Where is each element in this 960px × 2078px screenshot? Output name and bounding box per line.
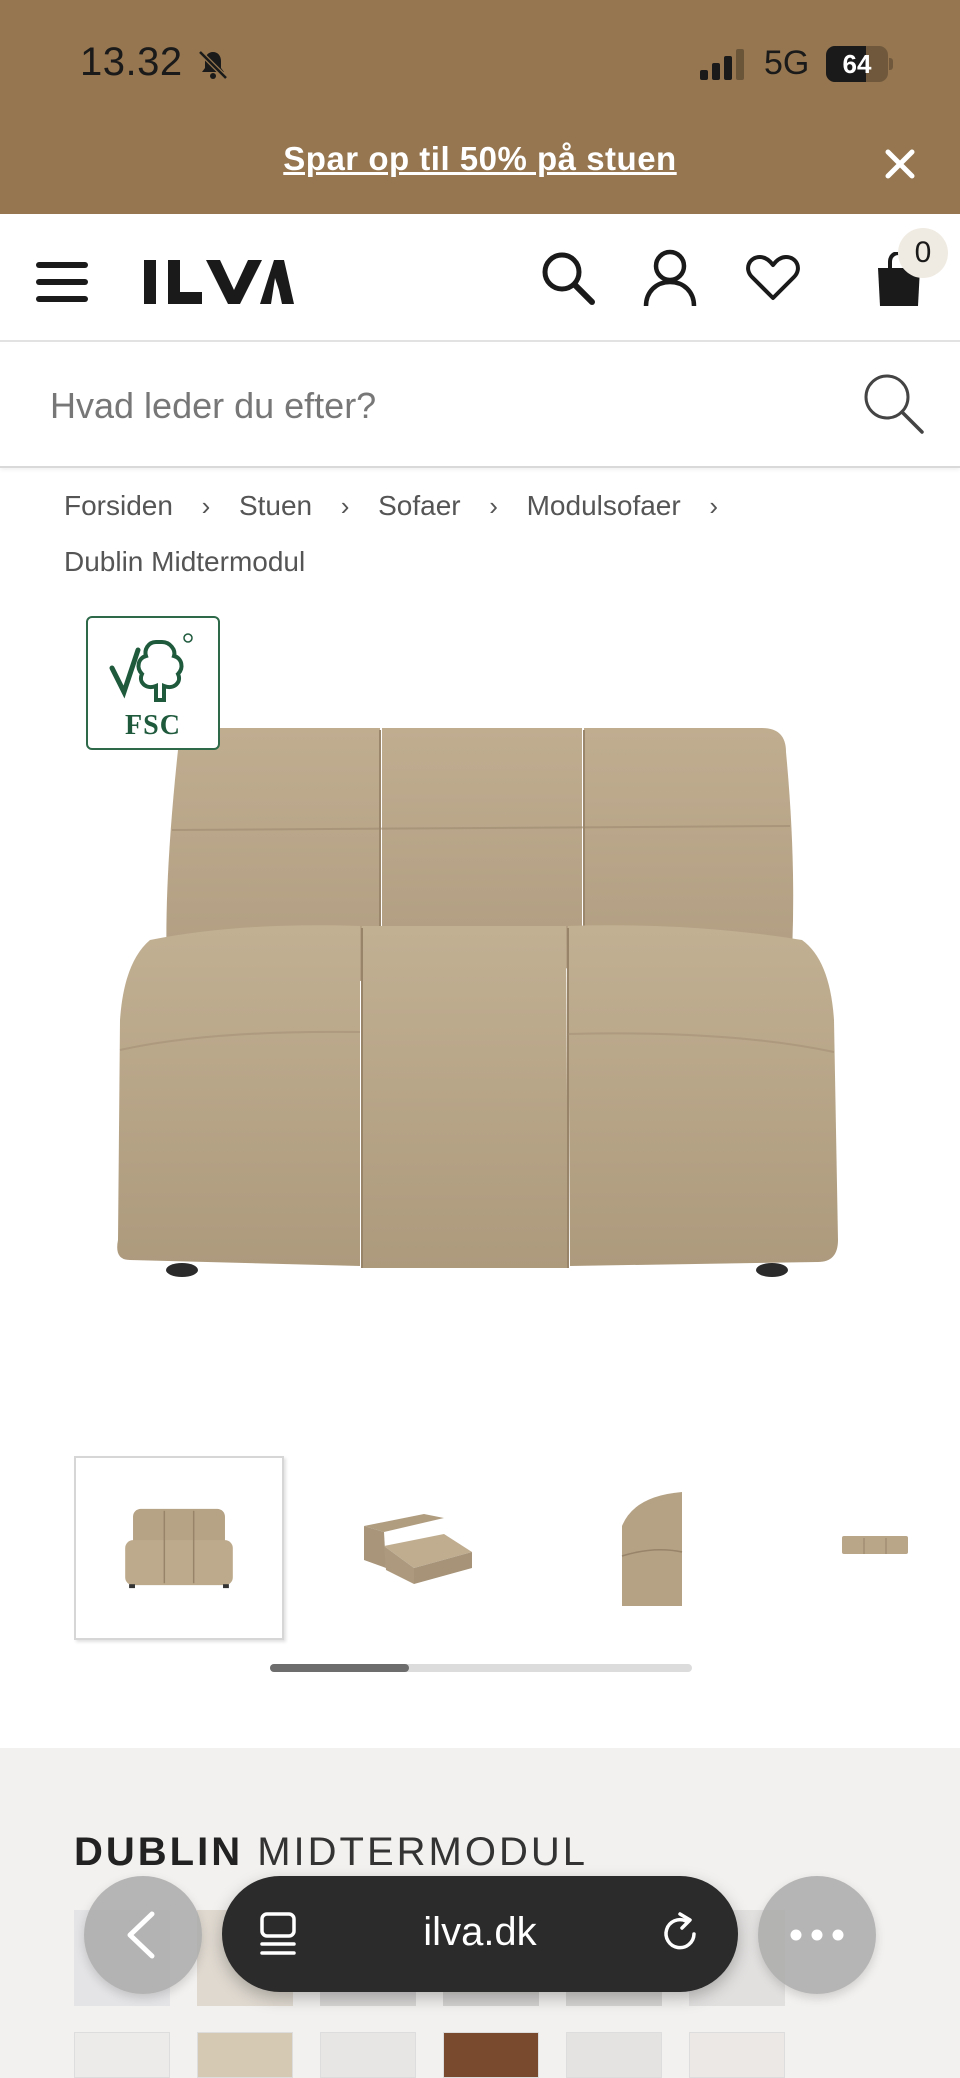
fsc-badge: FSC bbox=[86, 616, 220, 750]
thumbnail-image bbox=[125, 1508, 233, 1589]
chevron-left-icon bbox=[127, 1911, 155, 1959]
thumbnail-image bbox=[842, 1536, 908, 1554]
thumbnail-angle[interactable] bbox=[304, 1456, 514, 1640]
product-title: DUBLIN MIDTERMODUL bbox=[74, 1830, 588, 1875]
breadcrumb-link[interactable]: Forsiden bbox=[64, 478, 173, 534]
signal-icon bbox=[700, 49, 744, 80]
search-input[interactable] bbox=[0, 344, 840, 468]
color-swatch[interactable] bbox=[443, 2032, 539, 2078]
thumbnail-image bbox=[364, 1514, 472, 1584]
chevron-right-icon: › bbox=[201, 491, 211, 521]
breadcrumb: Forsiden › Stuen › Sofaer › Modulsofaer › Dubli… bbox=[64, 478, 904, 590]
bell-muted-icon bbox=[198, 50, 228, 80]
color-swatch[interactable] bbox=[74, 2032, 170, 2078]
account-icon[interactable] bbox=[642, 248, 698, 308]
search-bar bbox=[0, 344, 960, 468]
color-swatch[interactable] bbox=[689, 2032, 785, 2078]
thumbnail-scrollbar[interactable] bbox=[270, 1664, 692, 1672]
thumbnail-image bbox=[621, 1492, 683, 1606]
color-swatch[interactable] bbox=[566, 2032, 662, 2078]
color-swatch[interactable] bbox=[320, 2032, 416, 2078]
thumbnail-set[interactable] bbox=[764, 1456, 960, 1640]
breadcrumb-current: Dublin Midtermodul bbox=[64, 546, 306, 577]
promo-banner: 13.32 5G 64 Spar op til 50% på stuen bbox=[0, 0, 960, 214]
fsc-label: FSC bbox=[125, 710, 181, 741]
ilva-logo[interactable] bbox=[144, 260, 294, 304]
more-icon bbox=[790, 1929, 844, 1941]
browser-back-button[interactable] bbox=[84, 1876, 202, 1994]
thumbnail-side[interactable] bbox=[534, 1456, 744, 1640]
product-image[interactable] bbox=[90, 700, 870, 1300]
browser-more-button[interactable] bbox=[758, 1876, 876, 1994]
chevron-right-icon: › bbox=[709, 491, 719, 521]
chevron-right-icon: › bbox=[489, 491, 498, 521]
battery-icon: 64 bbox=[826, 46, 894, 82]
cart-count-badge: 0 bbox=[898, 228, 948, 278]
network-type: 5G bbox=[764, 44, 810, 82]
fsc-tree-icon bbox=[109, 633, 193, 702]
status-time: 13.32 bbox=[80, 40, 183, 84]
site-header: 0 bbox=[0, 214, 960, 342]
breadcrumb-link[interactable]: Modulsofaer bbox=[527, 478, 681, 534]
product-brand: DUBLIN bbox=[74, 1830, 244, 1874]
scrollbar-thumb[interactable] bbox=[270, 1664, 410, 1672]
search-icon[interactable] bbox=[540, 250, 596, 306]
close-icon[interactable] bbox=[882, 146, 918, 182]
search-icon[interactable] bbox=[860, 370, 926, 436]
thumbnail-strip bbox=[74, 1456, 960, 1640]
browser-address-bar[interactable]: ilva.dk bbox=[222, 1876, 738, 1992]
breadcrumb-link[interactable]: Sofaer bbox=[378, 478, 461, 534]
thumbnail-front[interactable] bbox=[74, 1456, 284, 1640]
chevron-right-icon: › bbox=[340, 491, 350, 521]
color-swatch[interactable] bbox=[197, 2032, 293, 2078]
promo-link[interactable]: Spar op til 50% på stuen bbox=[0, 140, 960, 178]
menu-icon[interactable] bbox=[36, 260, 88, 304]
heart-icon[interactable] bbox=[746, 254, 800, 302]
reload-icon[interactable] bbox=[658, 1910, 704, 1958]
battery-percent: 64 bbox=[842, 49, 872, 79]
product-name: MIDTERMODUL bbox=[257, 1830, 588, 1874]
breadcrumb-link[interactable]: Stuen bbox=[239, 478, 312, 534]
